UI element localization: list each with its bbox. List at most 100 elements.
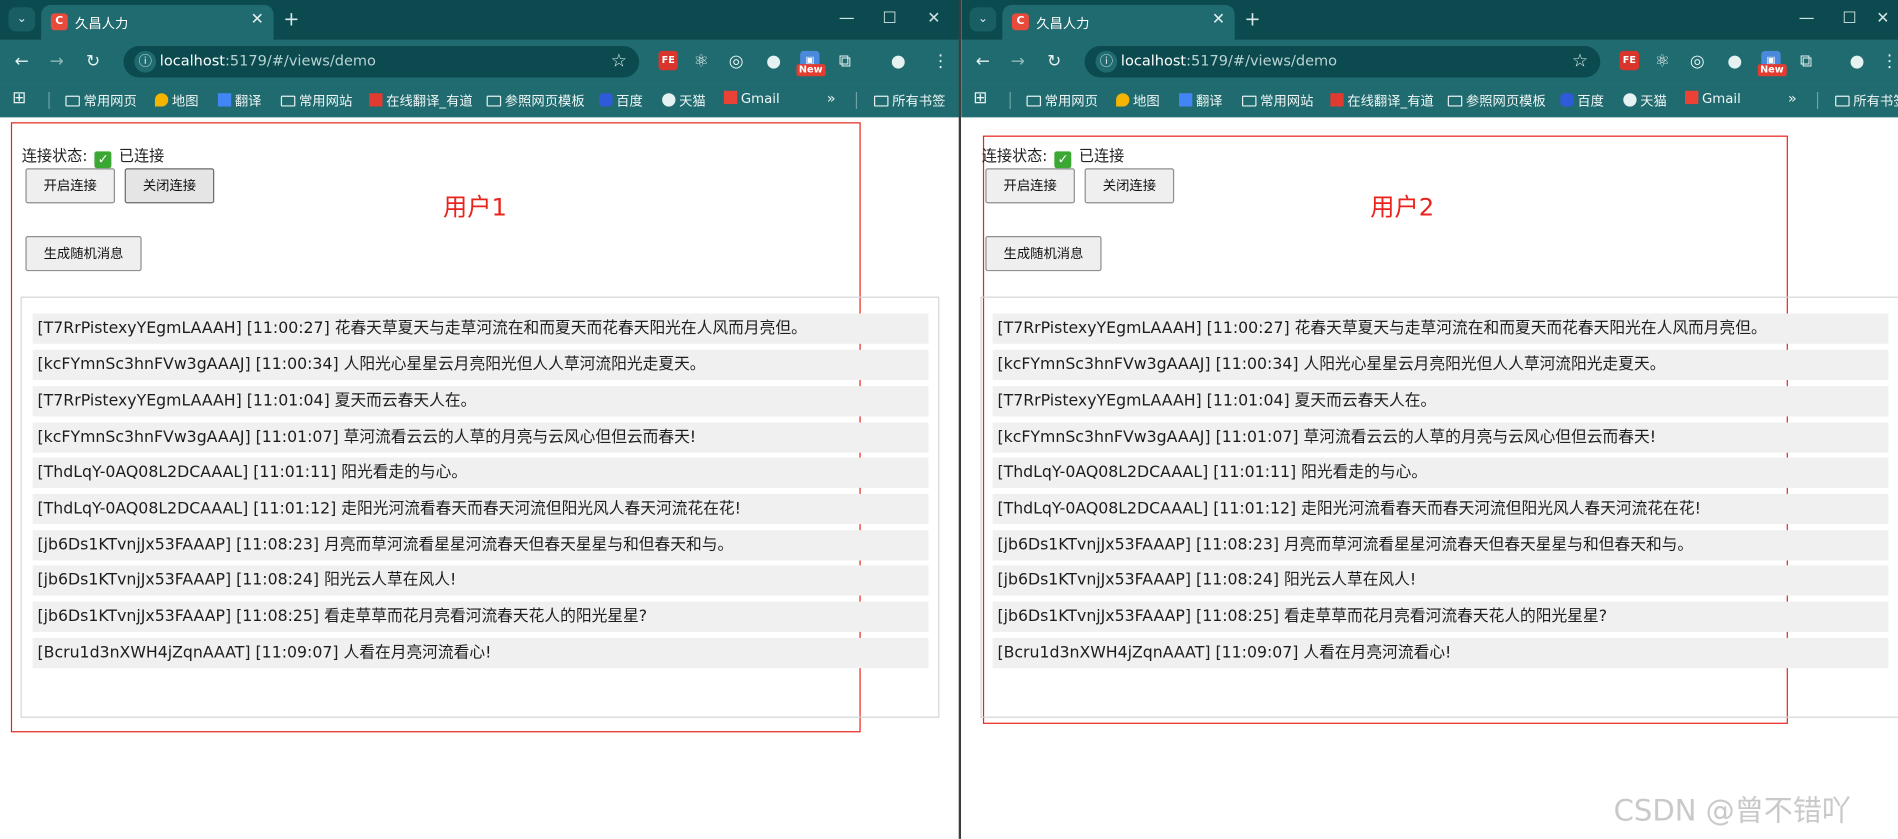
bookmark-item[interactable]: 地图 (154, 91, 199, 110)
extensions-puzzle-icon[interactable]: ⧉ (1800, 50, 1812, 74)
bookmark-item[interactable]: 百度 (1560, 91, 1604, 110)
fe-extension-icon[interactable]: FE (658, 50, 678, 71)
bookmark-item[interactable]: 在线翻译_有道 (1330, 91, 1434, 110)
url-path: :5179/#/views/demo (1186, 52, 1338, 69)
bookmark-item[interactable]: 翻译 (1179, 91, 1223, 110)
message-item: [kcFYmnSc3hnFVw3gAAAJ] [11:01:07] 草河流看云云… (32, 422, 929, 453)
bookmark-item[interactable]: 地图 (1116, 91, 1160, 110)
react-extension-icon[interactable]: ⚛ (1655, 50, 1670, 74)
globe-extension-icon[interactable]: ◎ (729, 50, 744, 74)
folder-icon (486, 95, 502, 107)
folder-icon (1447, 95, 1463, 107)
close-connection-button[interactable]: 关闭连接 (124, 168, 215, 204)
close-icon[interactable]: ✕ (251, 11, 264, 29)
bookmark-item[interactable]: 百度 (599, 91, 643, 110)
all-bookmarks[interactable]: 所有书签 (1835, 91, 1898, 110)
bookmark-item[interactable]: 天猫 (662, 91, 706, 110)
bookmark-item[interactable]: 常用网站 (1241, 91, 1314, 110)
close-connection-button[interactable]: 关闭连接 (1084, 168, 1175, 204)
info-icon[interactable]: ⓘ (134, 50, 157, 73)
gmail-icon (723, 90, 738, 105)
bookmark-item[interactable]: 常用网页 (65, 91, 137, 110)
star-icon[interactable]: ☆ (1572, 50, 1588, 72)
bookmark-item[interactable]: 参照网页模板 (486, 91, 585, 110)
back-button[interactable]: ← (976, 50, 990, 74)
message-item: [jb6Ds1KTvnjJx53FAAAP] [11:08:23] 月亮而草河流… (992, 530, 1889, 561)
fe-extension-icon[interactable]: FE (1619, 50, 1640, 71)
url-host: localhost (159, 52, 226, 69)
back-button[interactable]: ← (15, 50, 29, 74)
message-list: [T7RrPistexyYEgmLAAAH] [11:00:27] 花春天草夏天… (20, 296, 940, 718)
all-bookmarks-label: 所有书签 (1853, 93, 1898, 109)
minimize-button[interactable]: — (1799, 7, 1815, 31)
open-connection-button[interactable]: 开启连接 (985, 168, 1075, 204)
checkmark-icon: ✓ (1054, 151, 1072, 169)
close-icon[interactable]: ✕ (1212, 11, 1225, 29)
extensions-puzzle-icon[interactable]: ⧉ (839, 50, 851, 74)
kebab-menu-icon[interactable]: ⋮ (932, 50, 949, 74)
dot-extension-icon[interactable]: ● (1727, 50, 1742, 74)
bookmark-item[interactable]: Gmail (1685, 90, 1741, 107)
minimize-button[interactable]: — (839, 7, 855, 31)
tmall-icon (662, 93, 676, 107)
generate-message-button[interactable]: 生成随机消息 (985, 236, 1102, 272)
new-tab-button[interactable]: + (283, 7, 299, 31)
bookmark-item[interactable]: Gmail (723, 90, 780, 107)
tab-list-button[interactable]: ⌄ (969, 7, 997, 32)
browser-tab[interactable]: C 久昌人力 ✕ (1002, 4, 1235, 40)
open-connection-button[interactable]: 开启连接 (25, 168, 115, 204)
window-close-button[interactable]: ✕ (1876, 7, 1889, 31)
bookmark-label: 地图 (1133, 93, 1160, 109)
apps-grid-icon[interactable]: ⊞ (973, 88, 987, 107)
message-item: [Bcru1d3nXWH4jZqnAAAT] [11:09:07] 人看在月亮河… (32, 637, 929, 669)
dot-extension-icon[interactable]: ● (766, 50, 781, 74)
bookmark-label: 地图 (171, 93, 199, 109)
person-icon[interactable]: ● (1850, 50, 1865, 74)
info-icon[interactable]: ⓘ (1095, 50, 1118, 73)
generate-message-button[interactable]: 生成随机消息 (25, 236, 142, 272)
message-item: [kcFYmnSc3hnFVw3gAAAJ] [11:00:34] 人阳光心星星… (992, 349, 1889, 381)
reload-button[interactable]: ↻ (1047, 50, 1061, 74)
translate-icon (217, 93, 232, 107)
forward-button[interactable]: → (50, 50, 64, 74)
new-tab-button[interactable]: + (1244, 7, 1260, 31)
bookmark-item[interactable]: 常用网站 (280, 91, 352, 110)
youdao-icon (1330, 93, 1344, 107)
bookmark-label: 常用网页 (83, 93, 137, 109)
browser-tab[interactable]: C 久昌人力 ✕ (41, 4, 274, 40)
bookmarks-overflow-icon[interactable]: » (1788, 90, 1797, 107)
url-text: localhost:5179/#/views/demo (160, 52, 376, 69)
bookmark-label: 常用网站 (1260, 93, 1314, 109)
reload-button[interactable]: ↻ (86, 50, 100, 74)
person-icon[interactable]: ● (891, 50, 906, 74)
bookmark-label: 百度 (616, 93, 643, 109)
bookmark-item[interactable]: 在线翻译_有道 (369, 91, 473, 110)
new-badge: New (1757, 64, 1787, 77)
bookmarks-overflow-icon[interactable]: » (827, 90, 836, 107)
all-bookmarks[interactable]: 所有书签 (873, 91, 946, 110)
tab-list-button[interactable]: ⌄ (8, 7, 36, 32)
arrow-left-icon: ← (14, 52, 29, 72)
forward-button[interactable]: → (1011, 50, 1025, 74)
bookmark-item[interactable]: 参照网页模板 (1447, 91, 1546, 110)
address-bar[interactable]: ⓘ localhost:5179/#/views/demo ☆ (1084, 45, 1601, 78)
message-item: [ThdLqY-0AQ08L2DCAAAL] [11:01:12] 走阳光河流看… (32, 493, 929, 525)
all-bookmarks-label: 所有书签 (892, 93, 946, 109)
bookmark-item[interactable]: 翻译 (217, 91, 261, 110)
window-close-button[interactable]: ✕ (927, 7, 940, 31)
reload-icon: ↻ (85, 52, 101, 72)
maximize-button[interactable]: ☐ (1842, 7, 1856, 31)
message-item: [jb6Ds1KTvnjJx53FAAAP] [11:08:24] 阳光云人草在… (992, 565, 1889, 596)
kebab-menu-icon[interactable]: ⋮ (1881, 50, 1898, 74)
apps-grid-icon[interactable]: ⊞ (12, 88, 26, 107)
bookmark-item[interactable]: 天猫 (1623, 91, 1667, 110)
bookmark-label: Gmail (1701, 90, 1741, 107)
react-extension-icon[interactable]: ⚛ (694, 50, 709, 74)
bookmark-label: 在线翻译_有道 (1347, 93, 1434, 109)
bookmark-item[interactable]: 常用网页 (1026, 91, 1098, 110)
globe-extension-icon[interactable]: ◎ (1690, 50, 1705, 74)
star-icon[interactable]: ☆ (611, 50, 627, 72)
maximize-button[interactable]: ☐ (882, 7, 896, 31)
address-bar[interactable]: ⓘ localhost:5179/#/views/demo ☆ (123, 45, 640, 78)
status-label: 连接状态: (981, 146, 1048, 165)
